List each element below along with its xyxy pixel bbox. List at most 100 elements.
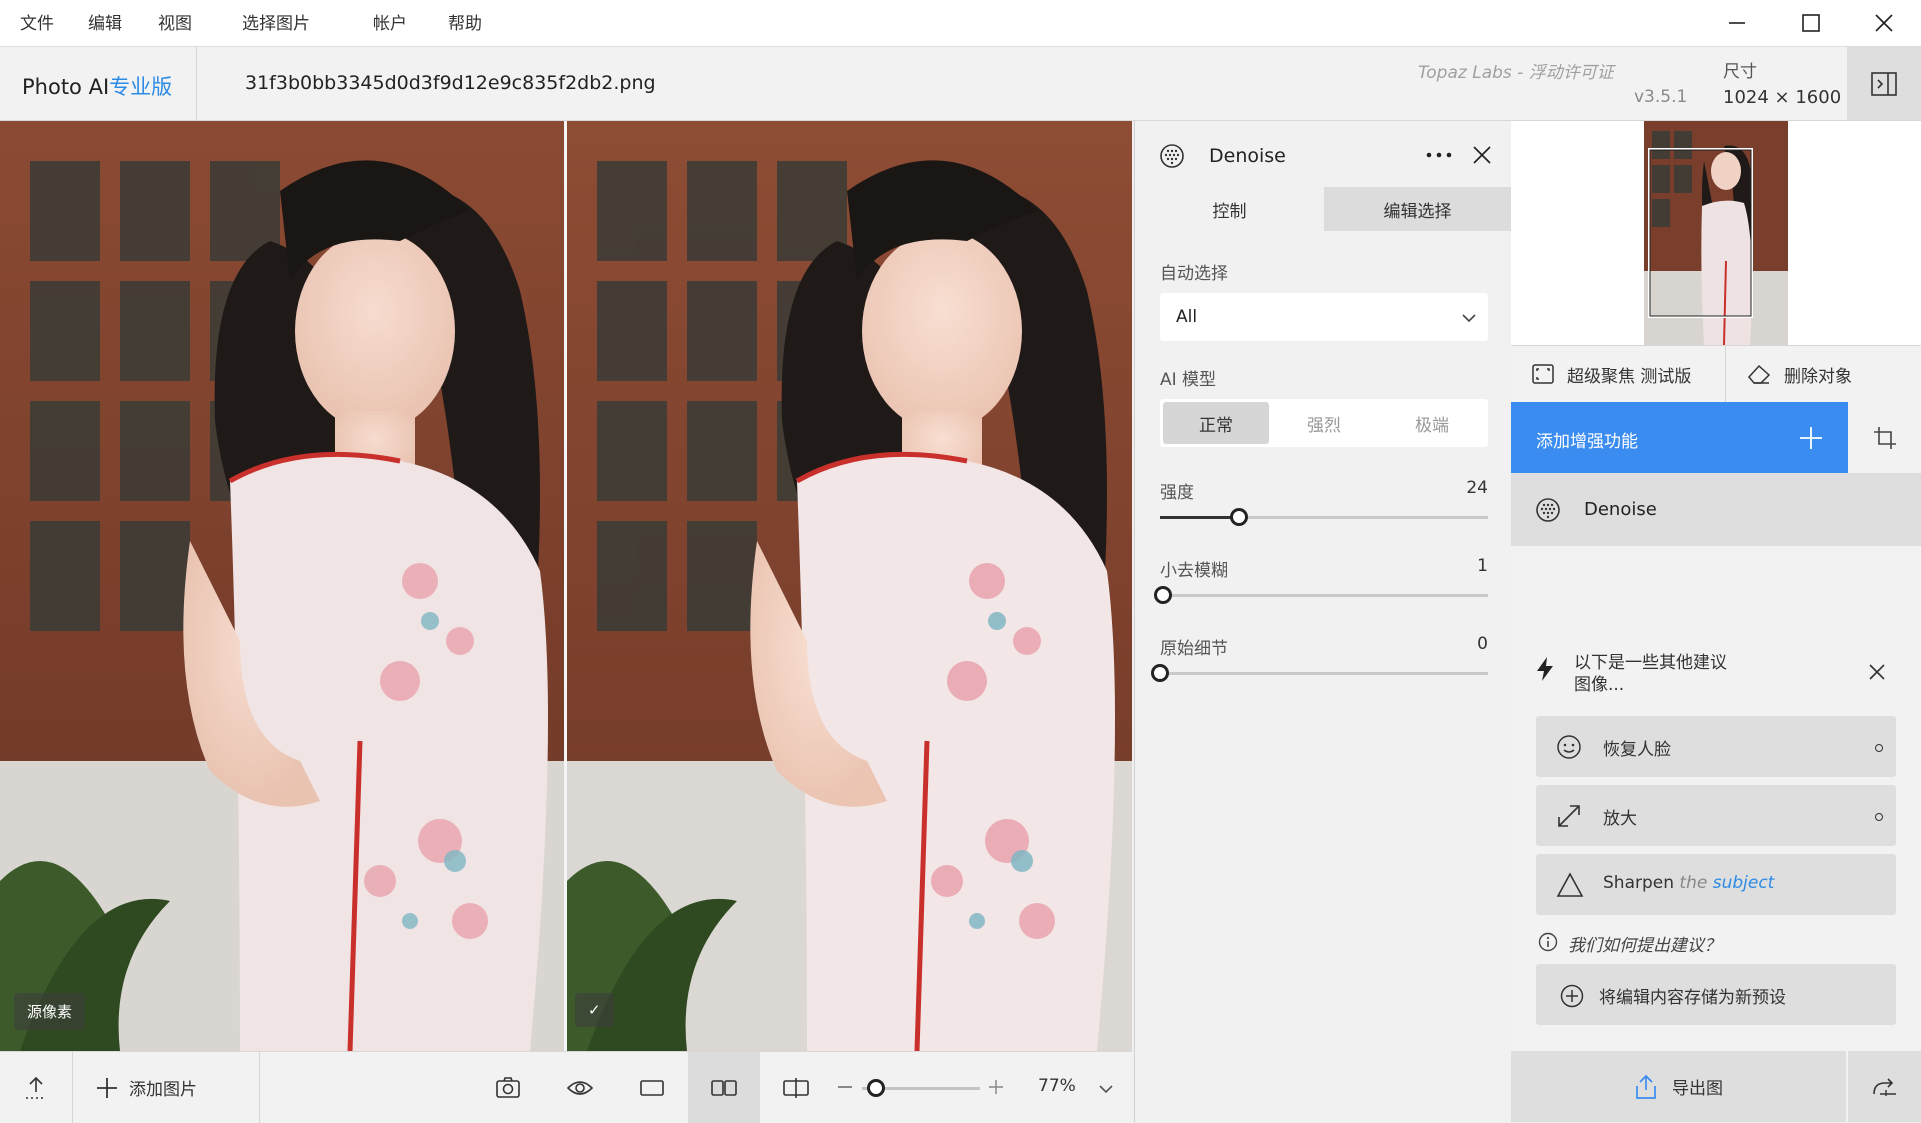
plus-icon (1800, 427, 1822, 449)
original-detail-slider-handle[interactable] (1151, 664, 1169, 682)
add-image-button[interactable]: 添加图片 (95, 1052, 197, 1123)
zoom-slider-handle[interactable] (867, 1079, 886, 1097)
menu-view[interactable]: 视图 (158, 9, 192, 34)
license-label: Topaz Labs - 浮动许可证 (1418, 63, 1614, 83)
close-icon (1869, 664, 1885, 680)
portrait-image-processed (567, 121, 1132, 1051)
app-brand: Photo AI专业版 (22, 71, 172, 101)
upscale-label: 放大 (1603, 809, 1637, 829)
how-suggestions-link[interactable]: 我们如何提出建议？ (1568, 931, 1721, 956)
plus-icon (989, 1080, 1003, 1094)
original-detail-slider-track[interactable] (1160, 672, 1488, 675)
zoom-in-button[interactable] (988, 1079, 1004, 1099)
chevron-down-icon (1462, 314, 1476, 323)
auto-select-value: All (1176, 307, 1198, 327)
more-icon (1426, 152, 1452, 158)
side-by-side-icon (711, 1079, 737, 1096)
sidebar-toggle-button[interactable] (1847, 47, 1921, 120)
status-dot (1875, 813, 1883, 821)
brand-pro-label: 专业版 (109, 75, 173, 99)
zoom-menu-button[interactable] (1098, 1080, 1114, 1099)
upload-icon (26, 1076, 46, 1099)
super-focus-button[interactable]: 超级聚焦 测试版 (1511, 346, 1725, 402)
strength-slider-handle[interactable] (1229, 508, 1248, 526)
model-normal-option[interactable]: 正常 (1163, 402, 1269, 444)
split-view-button[interactable] (760, 1052, 832, 1123)
auto-select-dropdown[interactable]: All (1160, 293, 1488, 341)
strength-label: 强度 (1160, 483, 1194, 503)
export-settings-button[interactable] (1848, 1051, 1921, 1122)
denoise-filter-label: Denoise (1584, 499, 1657, 520)
maximize-icon (1802, 14, 1820, 32)
crop-icon (1873, 426, 1896, 449)
suggestion-title-line1: 以下是一些其他建议 (1574, 653, 1727, 673)
original-detail-label: 原始细节 (1160, 639, 1228, 659)
super-focus-label: 超级聚焦 测试版 (1567, 366, 1692, 387)
menu-help[interactable]: 帮助 (448, 9, 482, 34)
maximize-button[interactable] (1774, 0, 1848, 46)
suggestion-restore-face[interactable]: 恢复人脸 (1536, 716, 1896, 777)
zoom-level: 77% (1038, 1076, 1076, 1096)
toolbar-divider (259, 1052, 260, 1123)
denoise-filter-item[interactable]: Denoise (1511, 473, 1921, 546)
app-header: Photo AI专业版 31f3b0bb3345d0d3f9d12e9c835f… (0, 47, 1921, 121)
more-options-button[interactable] (1424, 145, 1454, 169)
strength-slider-fill (1160, 516, 1239, 519)
menu-select-image[interactable]: 选择图片 (242, 9, 310, 34)
plus-circle-icon (1560, 984, 1584, 1008)
deblur-slider-track[interactable] (1160, 594, 1488, 597)
suggestion-sharpen[interactable]: Sharpen the subject (1536, 854, 1896, 915)
export-settings-icon (1872, 1077, 1896, 1096)
sharpen-subject: subject (1712, 873, 1775, 893)
menu-file[interactable]: 文件 (20, 9, 54, 34)
add-image-label: 添加图片 (129, 1080, 197, 1100)
status-dot (1875, 744, 1883, 752)
tab-controls[interactable]: 控制 (1135, 187, 1324, 231)
model-extreme-option[interactable]: 极端 (1379, 402, 1485, 444)
right-sidebar: 超级聚焦 测试版 删除对象 添加增强功能 Denoise 以下是一些其他建议 图… (1511, 121, 1921, 1122)
screenshot-button[interactable] (472, 1052, 544, 1123)
crop-button[interactable] (1848, 402, 1921, 473)
export-icon (1636, 1074, 1656, 1099)
add-enhancement-label: 添加增强功能 (1536, 432, 1638, 452)
close-panel-button[interactable] (1472, 145, 1492, 169)
export-button[interactable]: 导出图 (1511, 1051, 1846, 1122)
chevron-down-icon (1099, 1085, 1113, 1094)
auto-select-label: 自动选择 (1160, 264, 1228, 284)
tab-edit-selection[interactable]: 编辑选择 (1324, 187, 1511, 231)
minimize-button[interactable] (1700, 0, 1774, 46)
restore-face-label: 恢复人脸 (1603, 740, 1671, 760)
deblur-label: 小去模糊 (1160, 561, 1228, 581)
model-strong-option[interactable]: 强烈 (1271, 402, 1377, 444)
original-preview[interactable]: 源像素 (0, 121, 564, 1051)
close-suggestions-button[interactable] (1868, 663, 1886, 685)
add-enhancement-button[interactable]: 添加增强功能 (1511, 402, 1848, 473)
denoise-icon (1536, 498, 1560, 522)
menu-edit[interactable]: 编辑 (88, 9, 122, 34)
export-label: 导出图 (1672, 1079, 1723, 1099)
upload-button[interactable] (0, 1052, 72, 1123)
denoise-icon (1159, 143, 1185, 173)
zoom-out-button[interactable] (838, 1086, 852, 1088)
split-view-icon (783, 1077, 809, 1098)
remove-object-button[interactable]: 删除对象 (1726, 346, 1921, 402)
single-view-button[interactable] (616, 1052, 688, 1123)
side-by-side-view-button[interactable] (688, 1052, 760, 1123)
suggestion-title-line2: 图像... (1574, 675, 1625, 695)
single-view-icon (640, 1079, 664, 1096)
preview-toggle-button[interactable] (544, 1052, 616, 1123)
processed-preview[interactable]: ✓ (567, 121, 1132, 1051)
suggestion-upscale[interactable]: 放大 (1536, 785, 1896, 846)
version-label: v3.5.1 (1634, 87, 1688, 107)
deblur-slider-handle[interactable] (1154, 586, 1173, 604)
menu-account[interactable]: 帐户 (373, 9, 407, 34)
triangle-icon (1556, 872, 1584, 897)
face-icon (1557, 735, 1581, 759)
eye-icon (566, 1080, 594, 1095)
navigator-thumbnail[interactable] (1644, 121, 1788, 345)
close-window-button[interactable] (1847, 0, 1921, 46)
save-preset-button[interactable]: 将编辑内容存储为新预设 (1536, 964, 1896, 1025)
deblur-value: 1 (1477, 556, 1488, 576)
portrait-image-original (0, 121, 564, 1051)
brand-name: Photo AI (22, 75, 110, 99)
